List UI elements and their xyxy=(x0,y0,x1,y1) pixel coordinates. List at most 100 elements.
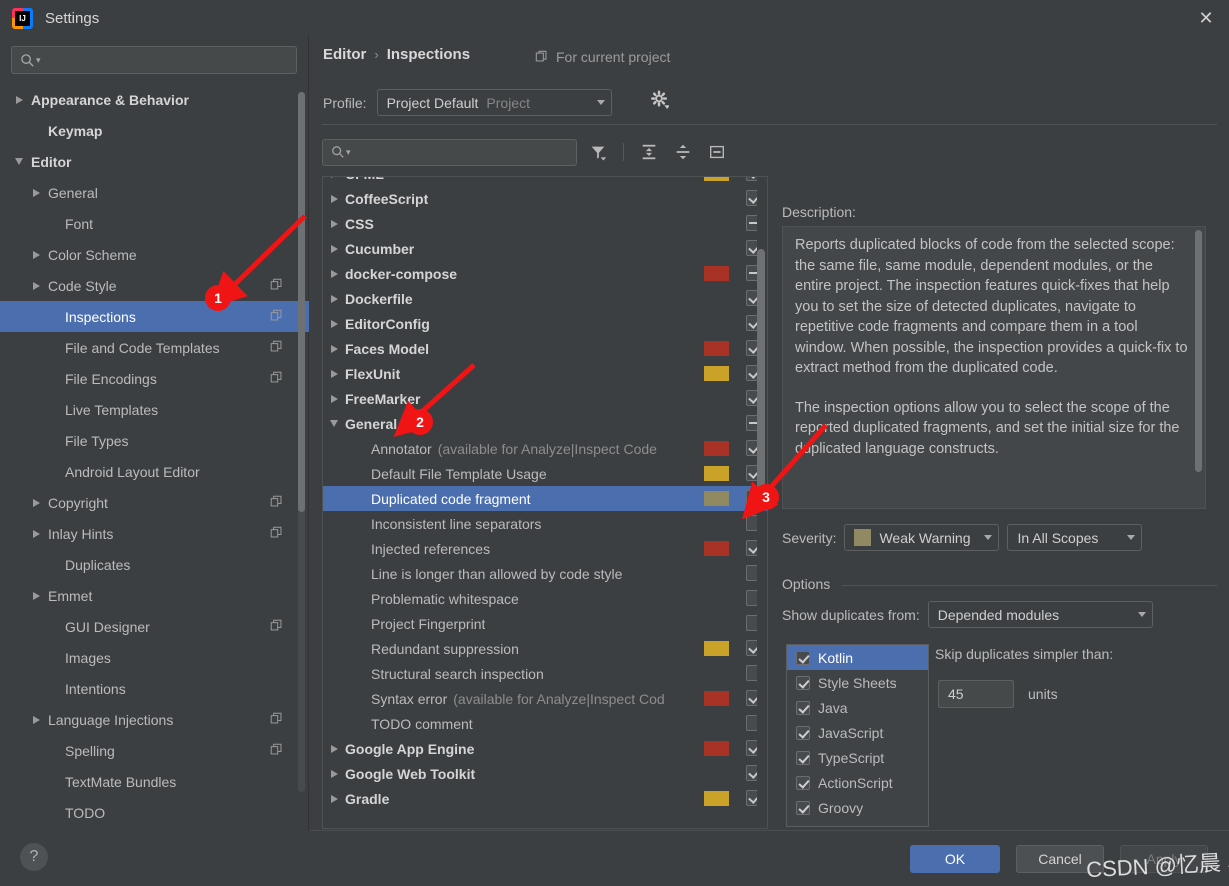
sidebar-item-duplicates[interactable]: Duplicates xyxy=(0,549,309,580)
sidebar-item-textmate-bundles[interactable]: TextMate Bundles xyxy=(0,766,309,797)
sidebar-item-images[interactable]: Images xyxy=(0,642,309,673)
chevron-right-icon[interactable] xyxy=(29,589,43,603)
chevron-right-icon[interactable] xyxy=(323,744,345,753)
inspection-row[interactable]: Faces Model xyxy=(323,336,767,361)
chevron-right-icon[interactable] xyxy=(29,279,43,293)
chevron-right-icon[interactable] xyxy=(323,344,345,353)
profile-select[interactable]: Project Default Project xyxy=(376,89,612,116)
language-checkbox[interactable] xyxy=(796,650,810,665)
language-checkbox[interactable] xyxy=(796,675,810,690)
chevron-right-icon[interactable] xyxy=(323,369,345,378)
collapse-one-button[interactable] xyxy=(704,139,730,165)
inspection-row[interactable]: General xyxy=(323,411,767,436)
chevron-right-icon[interactable] xyxy=(29,186,43,200)
chevron-right-icon[interactable] xyxy=(12,93,26,107)
ok-button[interactable]: OK xyxy=(910,845,1000,873)
skip-duplicates-input[interactable]: 45 xyxy=(938,680,1014,708)
inspection-row[interactable]: Dockerfile xyxy=(323,286,767,311)
chevron-right-icon[interactable] xyxy=(323,294,345,303)
language-row[interactable]: Java xyxy=(787,695,928,720)
inspection-row[interactable]: FlexUnit xyxy=(323,361,767,386)
language-checkbox[interactable] xyxy=(796,800,810,815)
sidebar-item-todo[interactable]: TODO xyxy=(0,797,309,828)
sidebar-item-color-scheme[interactable]: Color Scheme xyxy=(0,239,309,270)
language-row[interactable]: Kotlin xyxy=(787,645,928,670)
description-scrollbar-thumb[interactable] xyxy=(1195,230,1202,472)
help-button[interactable]: ? xyxy=(20,843,48,871)
sidebar-search-box[interactable]: ▾ xyxy=(11,46,297,74)
sidebar-item-code-style[interactable]: Code Style xyxy=(0,270,309,301)
chevron-right-icon[interactable] xyxy=(29,496,43,510)
language-checkbox[interactable] xyxy=(796,750,810,765)
sidebar-item-android-layout-editor[interactable]: Android Layout Editor xyxy=(0,456,309,487)
profile-settings-button[interactable] xyxy=(650,90,670,112)
chevron-right-icon[interactable] xyxy=(323,219,345,228)
sidebar-item-general[interactable]: General xyxy=(0,177,309,208)
scope-select[interactable]: In All Scopes xyxy=(1007,524,1143,551)
inspection-row[interactable]: CFML xyxy=(323,177,767,186)
inspection-row[interactable]: Project Fingerprint xyxy=(323,611,767,636)
inspection-row[interactable]: Google Web Toolkit xyxy=(323,761,767,786)
inspection-row[interactable]: Structural search inspection xyxy=(323,661,767,686)
chevron-right-icon[interactable] xyxy=(29,248,43,262)
language-row[interactable]: JavaScript xyxy=(787,720,928,745)
sidebar-item-editor[interactable]: Editor xyxy=(0,146,309,177)
sidebar-item-appearance-behavior[interactable]: Appearance & Behavior xyxy=(0,84,309,115)
inspection-row[interactable]: Injected references xyxy=(323,536,767,561)
inspection-row[interactable]: EditorConfig xyxy=(323,311,767,336)
filter-button[interactable] xyxy=(585,139,611,165)
inspection-row[interactable]: docker-compose xyxy=(323,261,767,286)
sidebar-item-keymap[interactable]: Keymap xyxy=(0,115,309,146)
breadcrumb-item-editor[interactable]: Editor xyxy=(323,46,366,63)
sidebar-item-file-types[interactable]: File Types xyxy=(0,425,309,456)
sidebar-item-file-and-code-templates[interactable]: File and Code Templates xyxy=(0,332,309,363)
chevron-right-icon[interactable] xyxy=(323,194,345,203)
close-icon[interactable]: ✕ xyxy=(1183,0,1229,36)
sidebar-item-spelling[interactable]: Spelling xyxy=(0,735,309,766)
chevron-right-icon[interactable] xyxy=(323,269,345,278)
collapse-all-button[interactable] xyxy=(670,139,696,165)
sidebar-item-intentions[interactable]: Intentions xyxy=(0,673,309,704)
language-row[interactable]: Groovy xyxy=(787,795,928,820)
inspection-row[interactable]: Annotator (available for Analyze|Inspect … xyxy=(323,436,767,461)
chevron-right-icon[interactable] xyxy=(323,794,345,803)
language-row[interactable]: Style Sheets xyxy=(787,670,928,695)
language-checkbox[interactable] xyxy=(796,725,810,740)
chevron-right-icon[interactable] xyxy=(29,713,43,727)
sidebar-item-inlay-hints[interactable]: Inlay Hints xyxy=(0,518,309,549)
chevron-right-icon[interactable] xyxy=(323,769,345,778)
chevron-right-icon[interactable] xyxy=(29,527,43,541)
sidebar-item-font[interactable]: Font xyxy=(0,208,309,239)
inspection-row[interactable]: Inconsistent line separators xyxy=(323,511,767,536)
inspection-search-box[interactable]: ▾ xyxy=(322,138,577,166)
breadcrumb-item-inspections[interactable]: Inspections xyxy=(387,46,470,63)
inspection-row[interactable]: Problematic whitespace xyxy=(323,586,767,611)
chevron-right-icon[interactable] xyxy=(323,319,345,328)
language-checkbox[interactable] xyxy=(796,700,810,715)
sidebar-item-live-templates[interactable]: Live Templates xyxy=(0,394,309,425)
inspection-row[interactable]: Cucumber xyxy=(323,236,767,261)
languages-list[interactable]: Kotlin Style Sheets Java JavaScript TypeScri… xyxy=(786,644,929,827)
inspection-row[interactable]: FreeMarker xyxy=(323,386,767,411)
show-duplicates-select[interactable]: Depended modules xyxy=(927,601,1153,628)
inspection-row[interactable]: Line is longer than allowed by code styl… xyxy=(323,561,767,586)
language-row[interactable]: ActionScript xyxy=(787,770,928,795)
severity-select[interactable]: Weak Warning xyxy=(844,524,1000,551)
inspections-tree[interactable]: CFML CoffeeScript CSS Cucumber docker-compos… xyxy=(322,176,768,829)
chevron-right-icon[interactable] xyxy=(323,394,345,403)
inspection-row[interactable]: CoffeeScript xyxy=(323,186,767,211)
sidebar-item-language-injections[interactable]: Language Injections xyxy=(0,704,309,735)
inspection-row[interactable]: Google App Engine xyxy=(323,736,767,761)
inspection-row[interactable]: Redundant suppression xyxy=(323,636,767,661)
inspections-scrollbar-thumb[interactable] xyxy=(757,249,765,504)
chevron-down-icon[interactable] xyxy=(323,420,345,427)
sidebar-item-file-encodings[interactable]: File Encodings xyxy=(0,363,309,394)
expand-all-button[interactable] xyxy=(636,139,662,165)
language-row[interactable]: TypeScript xyxy=(787,745,928,770)
chevron-right-icon[interactable] xyxy=(323,177,345,178)
inspection-row[interactable]: CSS xyxy=(323,211,767,236)
inspection-search-input[interactable] xyxy=(350,144,576,160)
chevron-down-icon[interactable] xyxy=(12,155,26,169)
sidebar-item-emmet[interactable]: Emmet xyxy=(0,580,309,611)
inspection-row[interactable]: Gradle xyxy=(323,786,767,811)
